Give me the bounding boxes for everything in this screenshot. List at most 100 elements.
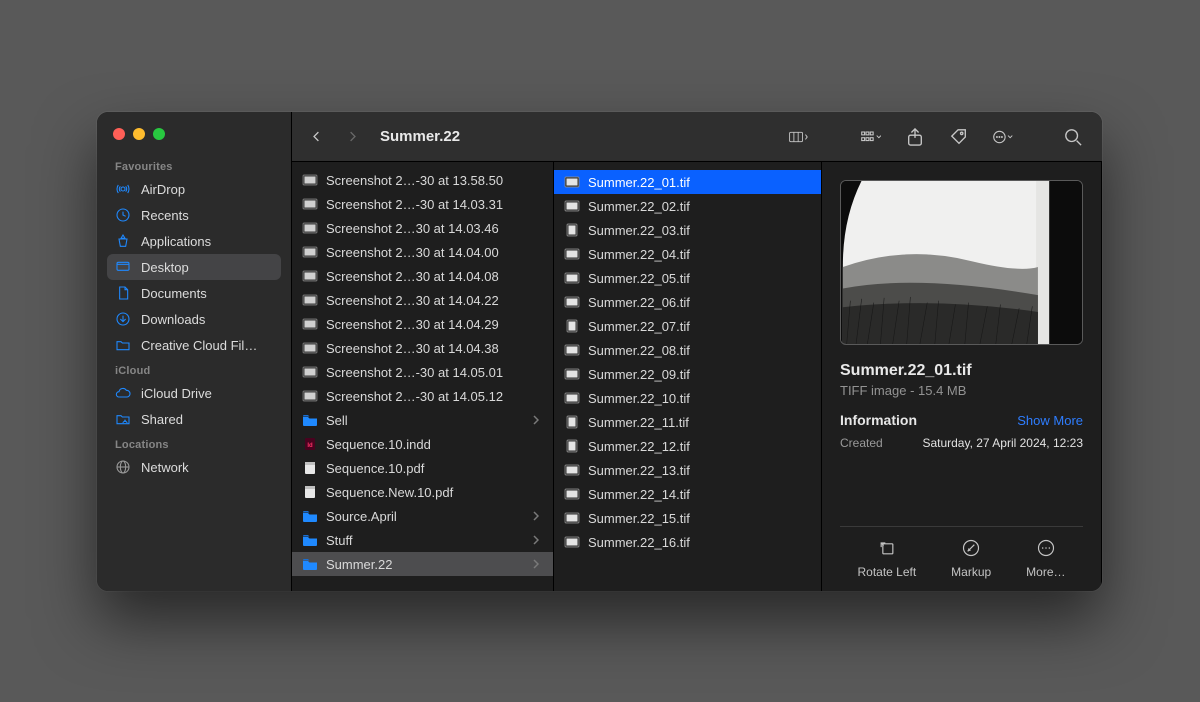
sidebar-item-shared[interactable]: Shared xyxy=(107,406,281,432)
file-row[interactable]: Summer.22_03.tif xyxy=(554,218,821,242)
png-icon xyxy=(302,173,318,187)
file-name: Summer.22_12.tif xyxy=(588,439,811,454)
quick-action-more[interactable]: More… xyxy=(1026,537,1065,579)
search-button[interactable] xyxy=(1058,124,1088,150)
file-row[interactable]: Summer.22_08.tif xyxy=(554,338,821,362)
tif2-icon xyxy=(564,415,580,429)
file-row[interactable]: IdSequence.10.indd xyxy=(292,432,553,456)
file-row[interactable]: Summer.22_04.tif xyxy=(554,242,821,266)
sidebar-item-label: Downloads xyxy=(141,312,205,327)
close-icon[interactable] xyxy=(113,128,125,140)
tif-icon xyxy=(564,535,580,549)
column-2[interactable]: Summer.22_01.tif Summer.22_02.tif Summer.2… xyxy=(554,162,822,591)
sidebar-item-desktop[interactable]: Desktop xyxy=(107,254,281,280)
tif-icon xyxy=(564,343,580,357)
file-row[interactable]: Summer.22_07.tif xyxy=(554,314,821,338)
file-row[interactable]: Screenshot 2…-30 at 14.05.12 xyxy=(292,384,553,408)
rotate-icon xyxy=(876,537,898,559)
file-name: Summer.22_15.tif xyxy=(588,511,811,526)
file-row[interactable]: Summer.22_11.tif xyxy=(554,410,821,434)
file-row[interactable]: Summer.22_13.tif xyxy=(554,458,821,482)
file-name: Sequence.New.10.pdf xyxy=(326,485,543,500)
file-row[interactable]: Source.April xyxy=(292,504,553,528)
quick-action-label: More… xyxy=(1026,565,1065,579)
file-row[interactable]: Sequence.New.10.pdf xyxy=(292,480,553,504)
file-row[interactable]: Stuff xyxy=(292,528,553,552)
file-row[interactable]: Summer.22_06.tif xyxy=(554,290,821,314)
sidebar-item-downloads[interactable]: Downloads xyxy=(107,306,281,332)
quick-action-markup[interactable]: Markup xyxy=(951,537,991,579)
sidebar-item-icloud-drive[interactable]: iCloud Drive xyxy=(107,380,281,406)
file-row[interactable]: Summer.22_16.tif xyxy=(554,530,821,554)
zoom-icon[interactable] xyxy=(153,128,165,140)
sidebar-item-recents[interactable]: Recents xyxy=(107,202,281,228)
file-row[interactable]: Summer.22_09.tif xyxy=(554,362,821,386)
file-row[interactable]: Summer.22_02.tif xyxy=(554,194,821,218)
file-name: Screenshot 2…30 at 14.04.22 xyxy=(326,293,543,308)
preview-column: Summer.22_01.tif TIFF image - 15.4 MB In… xyxy=(822,162,1102,591)
file-row[interactable]: Summer.22 xyxy=(292,552,553,576)
file-row[interactable]: Screenshot 2…30 at 14.04.29 xyxy=(292,312,553,336)
file-name: Screenshot 2…30 at 14.04.08 xyxy=(326,269,543,284)
forward-button[interactable] xyxy=(338,123,366,151)
column-1[interactable]: Screenshot 2…-30 at 13.58.50 Screenshot 2… xyxy=(292,162,554,591)
file-row[interactable]: Sequence.10.pdf xyxy=(292,456,553,480)
chevron-right-icon xyxy=(533,413,543,428)
sidebar-item-airdrop[interactable]: AirDrop xyxy=(107,176,281,202)
sidebar-section-header: iCloud xyxy=(107,358,281,380)
file-row[interactable]: Summer.22_05.tif xyxy=(554,266,821,290)
file-name: Screenshot 2…-30 at 14.03.31 xyxy=(326,197,543,212)
file-name: Summer.22_13.tif xyxy=(588,463,811,478)
sidebar-item-network[interactable]: Network xyxy=(107,454,281,480)
chevron-right-icon xyxy=(533,557,543,572)
sidebar: FavouritesAirDropRecentsApplicationsDesk… xyxy=(97,112,292,591)
back-button[interactable] xyxy=(302,123,330,151)
file-row[interactable]: Screenshot 2…30 at 14.04.22 xyxy=(292,288,553,312)
show-more-button[interactable]: Show More xyxy=(1017,413,1083,428)
group-button[interactable] xyxy=(856,124,886,150)
pdf-icon xyxy=(302,461,318,475)
minimize-icon[interactable] xyxy=(133,128,145,140)
share-button[interactable] xyxy=(900,124,930,150)
file-name: Summer.22_02.tif xyxy=(588,199,811,214)
sidebar-item-label: Network xyxy=(141,460,189,475)
airdrop-icon xyxy=(115,181,131,197)
png-icon xyxy=(302,365,318,379)
markup-icon xyxy=(960,537,982,559)
file-name: Summer.22_05.tif xyxy=(588,271,811,286)
sidebar-item-label: Shared xyxy=(141,412,183,427)
file-row[interactable]: Sell xyxy=(292,408,553,432)
file-row[interactable]: Screenshot 2…30 at 14.04.08 xyxy=(292,264,553,288)
file-name: Screenshot 2…30 at 14.04.00 xyxy=(326,245,543,260)
file-name: Summer.22_11.tif xyxy=(588,415,811,430)
action-menu-button[interactable] xyxy=(988,124,1018,150)
main: Summer.22 xyxy=(292,112,1102,591)
file-row[interactable]: Summer.22_12.tif xyxy=(554,434,821,458)
file-row[interactable]: Screenshot 2…-30 at 13.58.50 xyxy=(292,168,553,192)
sidebar-item-label: iCloud Drive xyxy=(141,386,212,401)
tif2-icon xyxy=(564,223,580,237)
sidebar-item-creative-cloud-fil-[interactable]: Creative Cloud Fil… xyxy=(107,332,281,358)
view-columns-button[interactable] xyxy=(784,124,814,150)
file-row[interactable]: Screenshot 2…-30 at 14.05.01 xyxy=(292,360,553,384)
tags-button[interactable] xyxy=(944,124,974,150)
sidebar-item-label: Documents xyxy=(141,286,207,301)
file-row[interactable]: Screenshot 2…30 at 14.03.46 xyxy=(292,216,553,240)
quick-action-rotate[interactable]: Rotate Left xyxy=(857,537,916,579)
sidebar-item-label: Desktop xyxy=(141,260,189,275)
file-row[interactable]: Summer.22_10.tif xyxy=(554,386,821,410)
folder-icon xyxy=(302,533,318,547)
file-row[interactable]: Screenshot 2…30 at 14.04.00 xyxy=(292,240,553,264)
sidebar-item-label: Recents xyxy=(141,208,189,223)
file-row[interactable]: Summer.22_15.tif xyxy=(554,506,821,530)
preview-thumbnail[interactable] xyxy=(840,180,1083,345)
file-row[interactable]: Screenshot 2…-30 at 14.03.31 xyxy=(292,192,553,216)
sidebar-item-applications[interactable]: Applications xyxy=(107,228,281,254)
sidebar-item-documents[interactable]: Documents xyxy=(107,280,281,306)
file-row[interactable]: Summer.22_01.tif xyxy=(554,170,821,194)
file-row[interactable]: Screenshot 2…30 at 14.04.38 xyxy=(292,336,553,360)
tif-icon xyxy=(564,295,580,309)
file-name: Screenshot 2…-30 at 14.05.12 xyxy=(326,389,543,404)
file-row[interactable]: Summer.22_14.tif xyxy=(554,482,821,506)
tif-icon xyxy=(564,511,580,525)
